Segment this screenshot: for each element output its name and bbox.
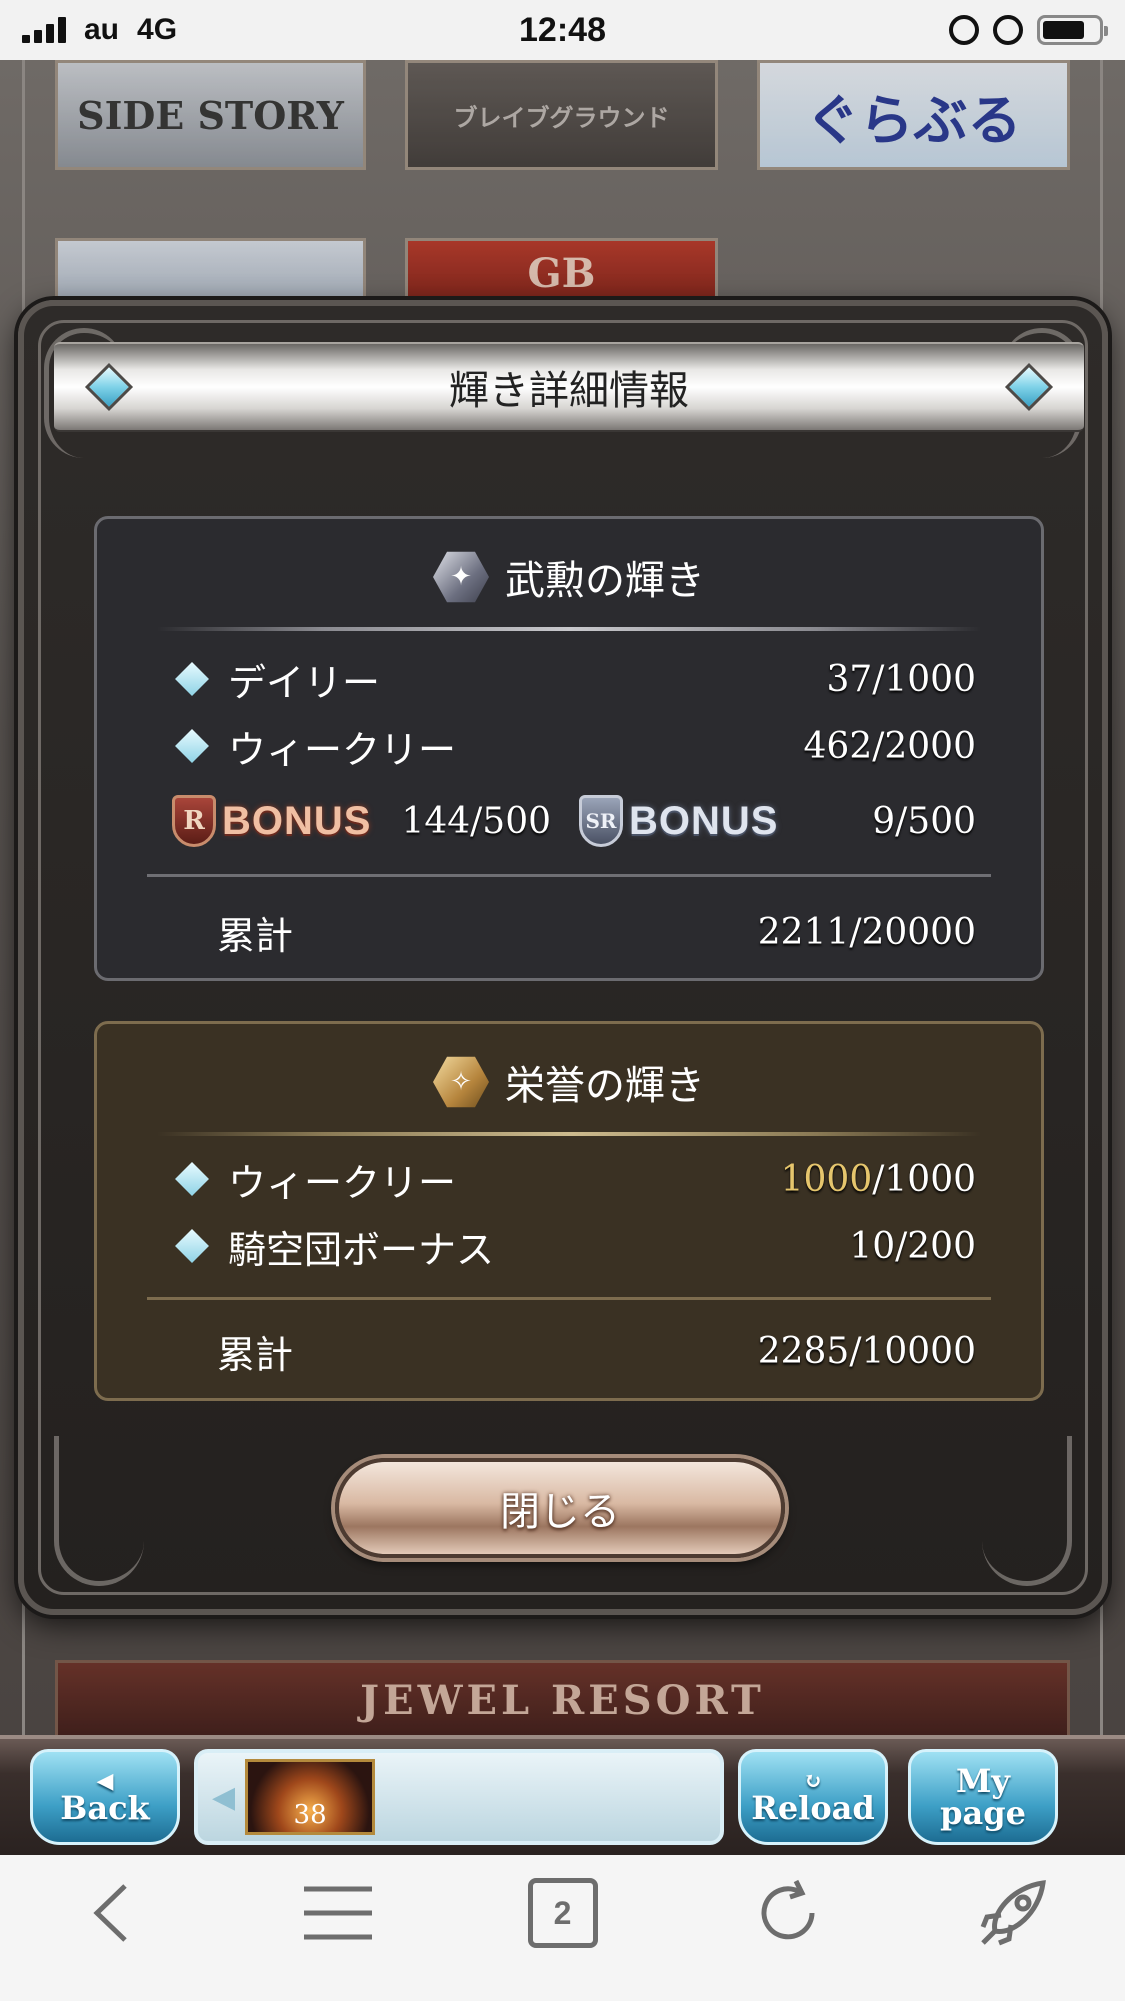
daily-row: デイリー 37/1000 xyxy=(172,652,976,707)
guild-bonus-row: 騎空団ボーナス 10/200 xyxy=(172,1219,976,1274)
browser-rocket-button[interactable] xyxy=(968,1868,1058,1958)
back-arrow-icon xyxy=(92,1884,127,1942)
gem-icon xyxy=(1004,362,1054,412)
carrier-label: au xyxy=(84,13,120,46)
brilliance-detail-modal: 輝き詳細情報 ✦ 武勲の輝き デイリー 37/1000 ウィークリー 462/2… xyxy=(18,300,1108,1615)
my-page-button[interactable]: My page xyxy=(908,1749,1058,1845)
sr-bonus-label: BONUS xyxy=(629,798,779,843)
menu-icon xyxy=(303,1886,372,1940)
browser-menu-button[interactable] xyxy=(293,1868,383,1958)
row-label: 累計 xyxy=(217,905,758,960)
game-navigation-bar: ◀ Back ◀ 38 ↻ Reload My page xyxy=(0,1735,1125,1855)
diamond-bullet-icon xyxy=(175,729,209,763)
frame-ornament-left xyxy=(54,1436,144,1586)
browser-toolbar: 2 xyxy=(0,1855,1125,2001)
silver-hexagon-icon: ✦ xyxy=(433,551,489,603)
slot-left-arrow-icon[interactable]: ◀ xyxy=(212,1780,235,1815)
total-row: 累計 2211/20000 xyxy=(217,905,976,960)
r-shield-icon: R xyxy=(172,795,216,847)
diamond-bullet-icon xyxy=(175,1229,209,1263)
section-title: 武勲の輝き xyxy=(505,558,705,604)
frame-ornament-right xyxy=(982,1436,1072,1586)
status-left: au 4G xyxy=(22,13,177,47)
mypage-label-2: page xyxy=(940,1794,1026,1832)
total-label: 累計 xyxy=(217,1332,294,1377)
section-heading: ✧ 栄誉の輝き xyxy=(97,1052,1041,1112)
r-bonus-badge: R BONUS xyxy=(172,795,371,847)
weekly-row: ウィークリー 462/2000 xyxy=(172,719,976,774)
back-label: Back xyxy=(60,1789,150,1827)
browser-refresh-button[interactable] xyxy=(743,1868,833,1958)
gb-banner[interactable]: GB xyxy=(405,238,718,308)
r-bonus-label: BONUS xyxy=(222,798,372,843)
section-divider xyxy=(157,1132,981,1136)
daily-value: 37/1000 xyxy=(826,658,976,700)
side-story-banner[interactable]: SIDE STORY xyxy=(55,60,366,170)
row-label: 累計 xyxy=(217,1324,758,1379)
close-button[interactable]: 閉じる xyxy=(335,1458,785,1558)
brave-ground-banner[interactable]: ブレイブグラウンド xyxy=(405,60,718,170)
section-heading: ✦ 武勲の輝き xyxy=(97,547,1041,607)
row-label: ウィークリー xyxy=(172,1152,781,1207)
network-label: 4G xyxy=(137,13,178,46)
browser-tabs-button[interactable]: 2 xyxy=(518,1868,608,1958)
section-divider xyxy=(157,627,981,631)
quick-slot-item[interactable]: 38 xyxy=(245,1759,376,1835)
gem-icon xyxy=(84,362,134,412)
weekly-row: ウィークリー 1000/1000 xyxy=(172,1152,976,1207)
quick-slot-bar[interactable]: ◀ 38 xyxy=(194,1749,724,1845)
grablu-banner[interactable]: ぐらぶる xyxy=(757,60,1070,170)
weekly-value: 1000/1000 xyxy=(781,1159,976,1200)
gold-hexagon-icon: ✧ xyxy=(433,1056,489,1108)
tabs-icon: 2 xyxy=(527,1878,598,1948)
total-label: 累計 xyxy=(217,913,294,958)
modal-title: 輝き詳細情報 xyxy=(449,368,689,414)
row-label: 騎空団ボーナス xyxy=(172,1219,849,1274)
honor-brilliance-section: ✧ 栄誉の輝き ウィークリー 1000/1000 騎空団ボーナス 10/200 … xyxy=(94,1021,1044,1401)
total-divider xyxy=(147,874,991,877)
alarm-icon xyxy=(993,15,1023,45)
reload-button[interactable]: ↻ Reload xyxy=(738,1749,888,1845)
status-bar: au 4G 12:48 xyxy=(0,0,1125,60)
weekly-label: ウィークリー xyxy=(228,1160,457,1205)
modal-title-bar: 輝き詳細情報 xyxy=(54,342,1084,432)
guild-bonus-label: 騎空団ボーナス xyxy=(228,1227,495,1272)
weekly-max-value: /1000 xyxy=(872,1158,976,1200)
reload-label: Reload xyxy=(751,1789,875,1827)
total-divider xyxy=(147,1297,991,1300)
bonus-row: R BONUS 144/500 SR BONUS 9/500 xyxy=(172,791,976,851)
section-title: 栄誉の輝き xyxy=(505,1063,705,1109)
total-value: 2211/20000 xyxy=(757,911,976,953)
total-value: 2285/10000 xyxy=(757,1330,976,1372)
slot-item-count: 38 xyxy=(293,1800,327,1830)
weekly-value: 462/2000 xyxy=(803,725,976,767)
weekly-current-value: 1000 xyxy=(780,1158,873,1200)
refresh-icon xyxy=(761,1879,814,1940)
browser-back-button[interactable] xyxy=(68,1868,158,1958)
daily-label: デイリー xyxy=(228,660,381,705)
r-bonus-value: 144/500 xyxy=(401,800,552,842)
sr-shield-icon: SR xyxy=(579,795,624,847)
rocket-icon xyxy=(980,1880,1046,1946)
back-button[interactable]: ◀ Back xyxy=(30,1749,180,1845)
sr-bonus-badge: SR BONUS xyxy=(579,795,778,847)
rotation-lock-icon xyxy=(949,15,979,45)
signal-icon xyxy=(22,17,66,43)
diamond-bullet-icon xyxy=(175,1162,209,1196)
row-label: ウィークリー xyxy=(172,719,804,774)
guild-bonus-value: 10/200 xyxy=(849,1225,976,1267)
battery-level xyxy=(1043,21,1084,39)
ad-banner[interactable] xyxy=(55,238,366,308)
row-label: デイリー xyxy=(172,652,826,707)
diamond-bullet-icon xyxy=(175,662,209,696)
sr-bonus-value: 9/500 xyxy=(872,800,976,842)
status-right xyxy=(949,15,1108,45)
mypage-label-1: My xyxy=(955,1762,1010,1800)
weekly-label: ウィークリー xyxy=(228,727,457,772)
buxun-brilliance-section: ✦ 武勲の輝き デイリー 37/1000 ウィークリー 462/2000 R B… xyxy=(94,516,1044,981)
jewel-resort-banner[interactable]: JEWEL RESORT xyxy=(55,1660,1070,1740)
battery-icon xyxy=(1037,15,1108,45)
total-row: 累計 2285/10000 xyxy=(217,1324,976,1379)
